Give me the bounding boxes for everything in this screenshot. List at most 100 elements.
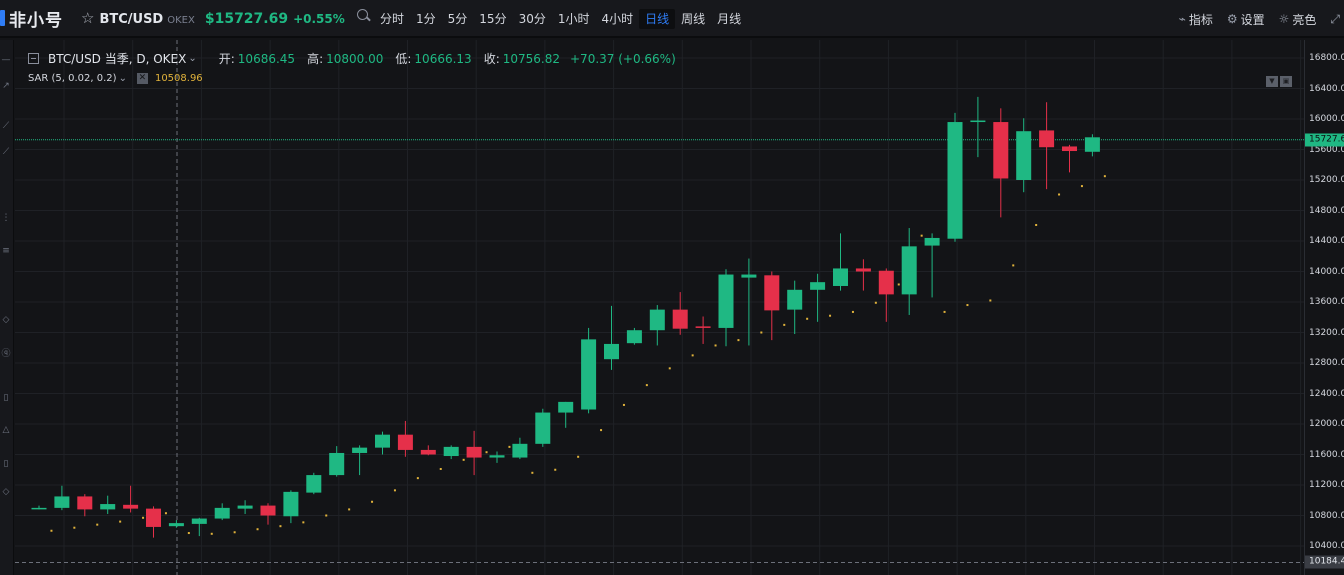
ruler-icon[interactable]: ▯: [1, 392, 11, 404]
price-tick-label: 14000.00: [1309, 266, 1344, 277]
candle-body: [718, 274, 734, 328]
sar-dot: [806, 317, 809, 320]
interval-6[interactable]: 4小时: [596, 9, 640, 29]
price-tick-label: 16800.00: [1309, 53, 1344, 63]
price-tick-label: 11200.00: [1309, 480, 1344, 490]
pane-maximize-icon[interactable]: ▣: [1280, 76, 1292, 87]
pane-down-icon[interactable]: ▼: [1266, 76, 1278, 87]
channel-icon[interactable]: ≡: [1, 245, 11, 257]
candle-body: [146, 508, 161, 527]
pane-controls: ▼ ▣: [1266, 76, 1294, 87]
interval-1[interactable]: 1分: [410, 9, 442, 29]
candle-body: [31, 507, 47, 510]
symbol-name[interactable]: BTC/USD: [99, 12, 163, 27]
candle-body: [489, 455, 505, 458]
sar-dot: [348, 508, 351, 511]
candle-body: [466, 446, 482, 458]
brand-name: 非小号: [9, 10, 63, 31]
candle-body: [833, 268, 848, 286]
sar-dot: [783, 323, 786, 326]
candle-body: [375, 434, 390, 448]
interval-5[interactable]: 1小时: [552, 9, 596, 29]
sar-dot: [897, 283, 900, 286]
price-tick-label: 11600.00: [1309, 449, 1344, 460]
candle-body: [306, 475, 322, 493]
magnet-icon[interactable]: △: [1, 424, 11, 436]
sar-dot: [1012, 264, 1015, 267]
top-toolbar: 非小号 ☆ BTC/USD OKEX $15727.69 +0.55% 分时 1分…: [0, 0, 1344, 38]
brand-logo[interactable]: 非小号: [0, 0, 63, 37]
candle-body: [1062, 146, 1077, 152]
price-tick-label: 12400.00: [1309, 388, 1344, 399]
sar-dot: [920, 234, 923, 237]
brush-icon[interactable]: ◇: [1, 314, 11, 326]
price-tick-label: 10800.00: [1309, 510, 1344, 521]
sar-dot: [439, 467, 442, 470]
interval-9[interactable]: 月线: [711, 9, 747, 29]
crosshair-icon[interactable]: —: [1, 54, 11, 66]
open-label: 开:: [218, 52, 235, 66]
search-icon[interactable]: [356, 9, 371, 23]
interval-4[interactable]: 30分: [513, 9, 552, 29]
legend-title[interactable]: BTC/USD 当季, D, OKEX: [48, 50, 186, 67]
interval-3[interactable]: 15分: [473, 9, 512, 29]
candle-body: [672, 309, 688, 329]
price-tick-label: 16400.00: [1309, 83, 1344, 94]
sar-dot: [760, 331, 763, 334]
fib-icon[interactable]: ⋮: [1, 212, 11, 224]
interval-7[interactable]: 日线: [639, 9, 676, 29]
candlestick-chart[interactable]: [15, 40, 1304, 575]
interval-selector: 分时 1分 5分 15分 30分 1小时 4小时 日线 周线 月线: [374, 9, 747, 29]
text-icon[interactable]: ⓠ: [1, 348, 11, 360]
sar-dot: [577, 455, 580, 458]
candle-body: [901, 246, 917, 295]
sar-dot: [416, 477, 419, 480]
sar-dot: [233, 531, 236, 534]
indicators-label: 指标: [1188, 12, 1213, 27]
sar-dot: [668, 367, 671, 370]
price-tick-label: 14800.00: [1309, 205, 1344, 216]
sar-dot: [691, 354, 694, 357]
interval-0[interactable]: 分时: [374, 9, 410, 29]
symbol-info: ☆ BTC/USD OKEX $15727.69 +0.55%: [81, 9, 371, 27]
star-icon[interactable]: ☆: [81, 9, 94, 27]
indicator-name[interactable]: SAR (5, 0.02, 0.2): [28, 73, 117, 84]
eye-icon[interactable]: ◇: [1, 486, 11, 498]
candle-body: [581, 339, 597, 410]
sar-dot: [554, 468, 557, 471]
pen-icon[interactable]: ↗: [1, 80, 11, 92]
candle-body: [1084, 137, 1100, 152]
close-icon[interactable]: ✕: [136, 73, 148, 84]
candle-body: [123, 504, 139, 509]
chevron-down-icon[interactable]: ⌄: [119, 73, 127, 84]
low-value: 10666.13: [414, 51, 472, 66]
interval-2[interactable]: 5分: [442, 9, 474, 29]
open-value: 10686.45: [237, 51, 296, 66]
settings-button[interactable]: ⚙ 设置: [1227, 11, 1265, 28]
low-label: 低:: [395, 52, 412, 66]
collapse-icon[interactable]: [28, 53, 39, 64]
sar-dot: [622, 403, 625, 406]
theme-label: 亮色: [1292, 12, 1317, 27]
change-percent: +0.55%: [293, 12, 345, 26]
chart-canvas[interactable]: [15, 40, 1304, 575]
sar-dot: [256, 528, 259, 531]
candle-body: [741, 274, 757, 278]
indicators-button[interactable]: ⌁ 指标: [1179, 11, 1213, 28]
ray-icon[interactable]: ⟋: [1, 146, 11, 158]
candle-body: [512, 443, 528, 458]
theme-button[interactable]: ☼ 亮色: [1279, 11, 1317, 28]
price-tick-label: 12000.00: [1309, 419, 1344, 429]
trendline-icon[interactable]: ⟋: [1, 120, 11, 132]
chevron-down-icon[interactable]: ⌄: [188, 53, 196, 64]
candle-body: [810, 282, 826, 290]
fullscreen-icon[interactable]: ⤢: [1330, 12, 1340, 27]
candle-body: [970, 120, 986, 123]
lock-icon[interactable]: ▯: [1, 458, 11, 470]
candle-body: [168, 523, 184, 527]
logo-mark: [0, 10, 5, 26]
price-tick-label: 13200.00: [1309, 327, 1344, 338]
interval-8[interactable]: 周线: [675, 9, 711, 29]
candle-body: [649, 309, 665, 331]
price-axis[interactable]: 16800.0016400.0016000.0015600.0015200.00…: [1304, 40, 1344, 575]
